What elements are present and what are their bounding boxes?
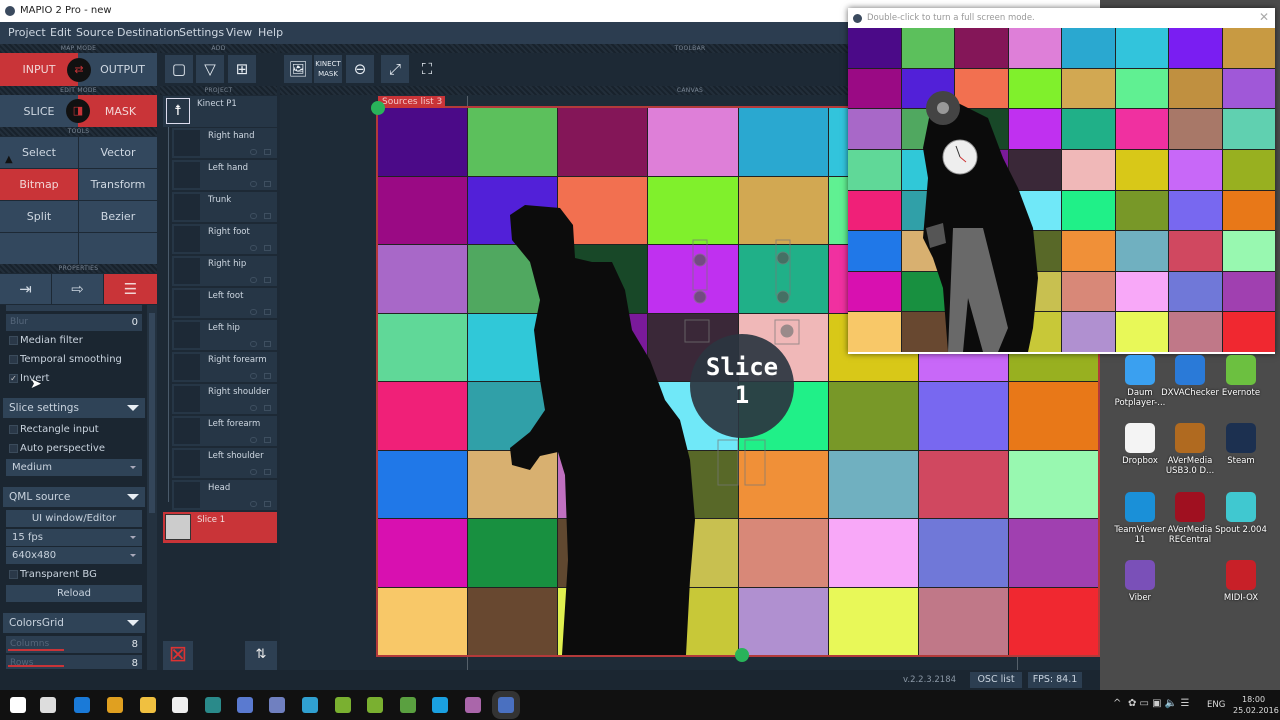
tray-icons[interactable]: ✿ ▭ ▣ 🔈 ☰ [1128, 698, 1189, 709]
app-icon [1125, 423, 1155, 453]
mapio-icon[interactable] [498, 697, 514, 713]
desktop-icon-spout-2-004[interactable]: Spout 2.004 [1211, 492, 1271, 535]
file-explorer-icon[interactable] [140, 697, 156, 713]
app-icon [1175, 492, 1205, 522]
task-view-icon[interactable] [40, 697, 56, 713]
skype-icon[interactable] [432, 697, 448, 713]
network-app-icon[interactable] [237, 697, 253, 713]
language-indicator[interactable]: ENG [1207, 700, 1225, 710]
tray-expand-icon[interactable]: ^ [1113, 698, 1121, 709]
version-label: v.2.2.3.2184 [903, 675, 957, 685]
start-icon[interactable] [10, 697, 26, 713]
qlik-1-icon[interactable] [335, 697, 351, 713]
app-icon [1175, 423, 1205, 453]
app-icon [1125, 560, 1155, 590]
app-icon [1226, 492, 1256, 522]
resize-handle-icon[interactable] [735, 648, 749, 662]
preview-title: Double-click to turn a full screen mode. [867, 13, 1035, 23]
app-globe-icon[interactable] [302, 697, 318, 713]
desktop-icon-midi-ox[interactable]: MIDI-OX [1211, 560, 1271, 603]
app-icon [1226, 355, 1256, 385]
app-icon [1226, 423, 1256, 453]
desktop-icon-viber[interactable]: Viber [1110, 560, 1170, 603]
app-logo-icon [853, 14, 862, 23]
app-terminal-icon[interactable] [205, 697, 221, 713]
vpn-icon[interactable] [269, 697, 285, 713]
evernote-icon[interactable] [400, 697, 416, 713]
chrome-icon[interactable] [107, 697, 123, 713]
preview-silhouette [923, 91, 1038, 352]
app-icon [1125, 355, 1155, 385]
rotate-handle-icon[interactable] [371, 101, 385, 115]
osc-list-button[interactable]: OSC list [970, 672, 1022, 688]
clock-time[interactable]: 18:00 [1242, 695, 1265, 704]
taskbar: ^ ✿ ▭ ▣ 🔈 ☰ ENG 18:00 25.02.2016 [0, 690, 1280, 720]
app-icon [1175, 355, 1205, 385]
more-app-icon[interactable] [465, 697, 481, 713]
silhouette-shape [510, 205, 695, 655]
app-cat-icon[interactable] [172, 697, 188, 713]
app-icon [1125, 492, 1155, 522]
slice-label: Slice 1 [705, 353, 779, 409]
fps-readout: FPS: 84.1 [1028, 672, 1082, 688]
close-icon[interactable]: ✕ [1259, 10, 1269, 24]
clock-date[interactable]: 25.02.2016 [1233, 706, 1279, 715]
desktop-icon-steam[interactable]: Steam [1211, 423, 1271, 466]
qlik-2-icon[interactable] [367, 697, 383, 713]
app-icon [1226, 560, 1256, 590]
desktop-icon-evernote[interactable]: Evernote [1211, 355, 1271, 398]
edge-icon[interactable] [74, 697, 90, 713]
